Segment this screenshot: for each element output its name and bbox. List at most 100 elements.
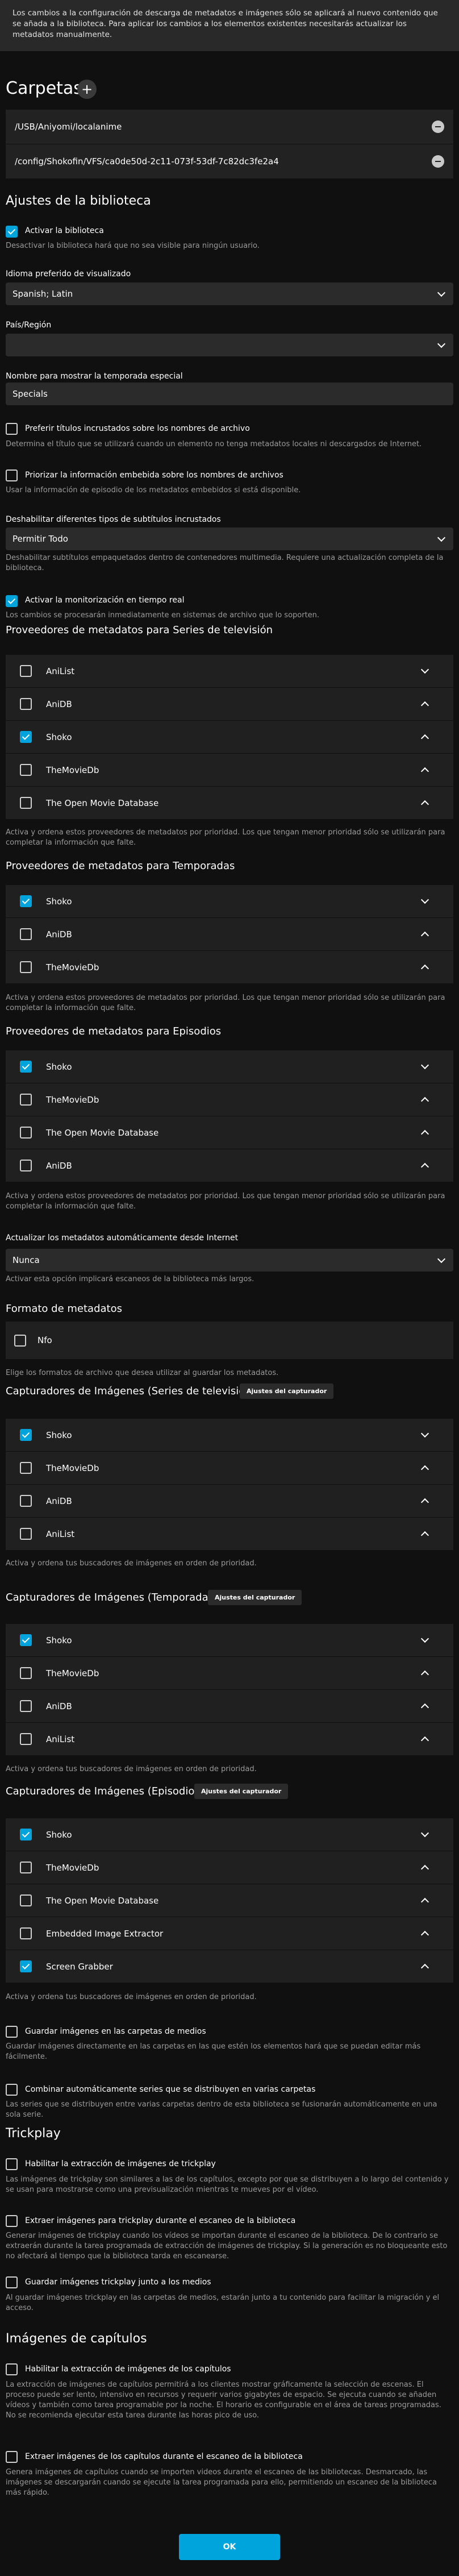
move-up-icon[interactable] (420, 1162, 429, 1171)
provider-row[interactable]: AniDB (6, 1690, 453, 1723)
provider-checkbox[interactable] (20, 1829, 32, 1840)
move-up-icon[interactable] (420, 734, 429, 743)
provider-checkbox[interactable] (20, 698, 32, 710)
move-up-icon[interactable] (420, 1963, 429, 1972)
move-up-icon[interactable] (420, 1531, 429, 1540)
move-up-icon[interactable] (420, 964, 429, 973)
provider-row[interactable]: AniDB (6, 688, 453, 721)
move-down-icon[interactable] (420, 1634, 429, 1643)
provider-row[interactable]: Shoko (6, 885, 453, 918)
move-down-icon[interactable] (420, 895, 429, 904)
provider-row[interactable]: TheMovieDb (6, 1083, 453, 1116)
move-up-icon[interactable] (420, 1498, 429, 1507)
move-up-icon[interactable] (420, 767, 429, 776)
provider-checkbox[interactable] (20, 1960, 32, 1972)
realtime-monitor-checkbox[interactable] (6, 595, 18, 607)
move-down-icon[interactable] (420, 665, 429, 674)
disable-subtitles-select[interactable]: Permitir Todo (6, 527, 453, 550)
country-select[interactable] (6, 334, 453, 356)
move-up-icon[interactable] (420, 1864, 429, 1873)
move-up-icon[interactable] (420, 1897, 429, 1906)
provider-checkbox[interactable] (20, 1429, 32, 1441)
move-up-icon[interactable] (420, 1703, 429, 1712)
provider-checkbox[interactable] (20, 1894, 32, 1906)
provider-checkbox[interactable] (20, 731, 32, 743)
ok-button[interactable]: OK (179, 2534, 280, 2560)
provider-row[interactable]: AniDB (6, 918, 453, 951)
provider-row[interactable]: Shoko (6, 1818, 453, 1851)
move-up-icon[interactable] (420, 931, 429, 940)
provider-row[interactable]: Shoko (6, 1419, 453, 1452)
provider-row[interactable]: AniList (6, 1723, 453, 1756)
move-up-icon[interactable] (420, 1670, 429, 1679)
folder-row[interactable]: /config/Shokofin/VFS/ca0de50d-2c11-073f-… (6, 144, 453, 178)
provider-row[interactable]: TheMovieDb (6, 1657, 453, 1690)
provider-checkbox[interactable] (20, 961, 32, 973)
remove-icon[interactable] (432, 155, 444, 168)
provider-row[interactable]: TheMovieDb (6, 951, 453, 984)
provider-checkbox[interactable] (20, 1927, 32, 1939)
provider-row[interactable]: TheMovieDb (6, 1452, 453, 1485)
trickplay-enable-checkbox[interactable] (6, 2158, 18, 2170)
move-down-icon[interactable] (420, 1429, 429, 1438)
provider-row[interactable]: TheMovieDb (6, 754, 453, 787)
provider-row[interactable]: The Open Movie Database (6, 787, 453, 820)
move-down-icon[interactable] (420, 1061, 429, 1070)
chapter-scan-checkbox[interactable] (6, 2451, 18, 2463)
provider-checkbox[interactable] (20, 1528, 32, 1540)
nfo-checkbox[interactable] (14, 1334, 26, 1347)
preferred-language-select[interactable]: Spanish; Latin (6, 282, 453, 305)
move-down-icon[interactable] (420, 1829, 429, 1838)
metadata-format-row[interactable]: Nfo (6, 1322, 453, 1359)
provider-row[interactable]: Screen Grabber (6, 1950, 453, 1983)
folder-row[interactable]: /USB/Aniyomi/localanime (6, 110, 453, 144)
provider-checkbox[interactable] (20, 764, 32, 776)
provider-row[interactable]: The Open Movie Database (6, 1884, 453, 1917)
merge-series-checkbox[interactable] (6, 2084, 18, 2096)
provider-checkbox[interactable] (20, 1061, 32, 1073)
provider-checkbox[interactable] (20, 1160, 32, 1171)
provider-checkbox[interactable] (20, 1634, 32, 1646)
provider-checkbox[interactable] (20, 1862, 32, 1873)
add-folder-button[interactable]: + (77, 80, 97, 99)
provider-checkbox[interactable] (20, 1127, 32, 1139)
move-up-icon[interactable] (420, 701, 429, 710)
prefer-embedded-episode-checkbox[interactable] (6, 470, 18, 481)
episode-images-settings-button[interactable]: Ajustes del capturador (194, 1784, 289, 1799)
chapter-enable-checkbox[interactable] (6, 2363, 18, 2375)
move-up-icon[interactable] (420, 1736, 429, 1745)
series-images-settings-button[interactable]: Ajustes del capturador (240, 1383, 334, 1399)
trickplay-save-checkbox[interactable] (6, 2276, 18, 2288)
move-up-icon[interactable] (420, 1465, 429, 1474)
auto-refresh-select[interactable]: Nunca (6, 1249, 453, 1272)
provider-checkbox[interactable] (20, 1462, 32, 1474)
provider-row[interactable]: TheMovieDb (6, 1851, 453, 1884)
move-up-icon[interactable] (420, 1930, 429, 1939)
provider-checkbox[interactable] (20, 797, 32, 809)
provider-row[interactable]: AniDB (6, 1149, 453, 1182)
provider-checkbox[interactable] (20, 1733, 32, 1745)
provider-checkbox[interactable] (20, 928, 32, 940)
provider-row[interactable]: The Open Movie Database (6, 1116, 453, 1149)
move-up-icon[interactable] (420, 1096, 429, 1106)
season-zero-input[interactable]: Specials (6, 383, 453, 405)
provider-checkbox[interactable] (20, 665, 32, 677)
provider-checkbox[interactable] (20, 1700, 32, 1712)
season-images-settings-button[interactable]: Ajustes del capturador (208, 1590, 302, 1605)
provider-row[interactable]: Shoko (6, 721, 453, 754)
move-up-icon[interactable] (420, 1129, 429, 1139)
provider-row[interactable]: Embedded Image Extractor (6, 1917, 453, 1950)
prefer-embedded-titles-checkbox[interactable] (6, 423, 18, 435)
trickplay-scan-checkbox[interactable] (6, 2215, 18, 2227)
provider-checkbox[interactable] (20, 895, 32, 907)
provider-row[interactable]: Shoko (6, 1050, 453, 1083)
provider-row[interactable]: AniDB (6, 1485, 453, 1518)
provider-row[interactable]: Shoko (6, 1624, 453, 1657)
provider-row[interactable]: AniList (6, 655, 453, 688)
provider-checkbox[interactable] (20, 1094, 32, 1106)
remove-icon[interactable] (432, 121, 444, 133)
provider-checkbox[interactable] (20, 1495, 32, 1507)
provider-row[interactable]: AniList (6, 1518, 453, 1551)
save-images-checkbox[interactable] (6, 2026, 18, 2038)
enable-library-checkbox[interactable] (6, 226, 18, 238)
